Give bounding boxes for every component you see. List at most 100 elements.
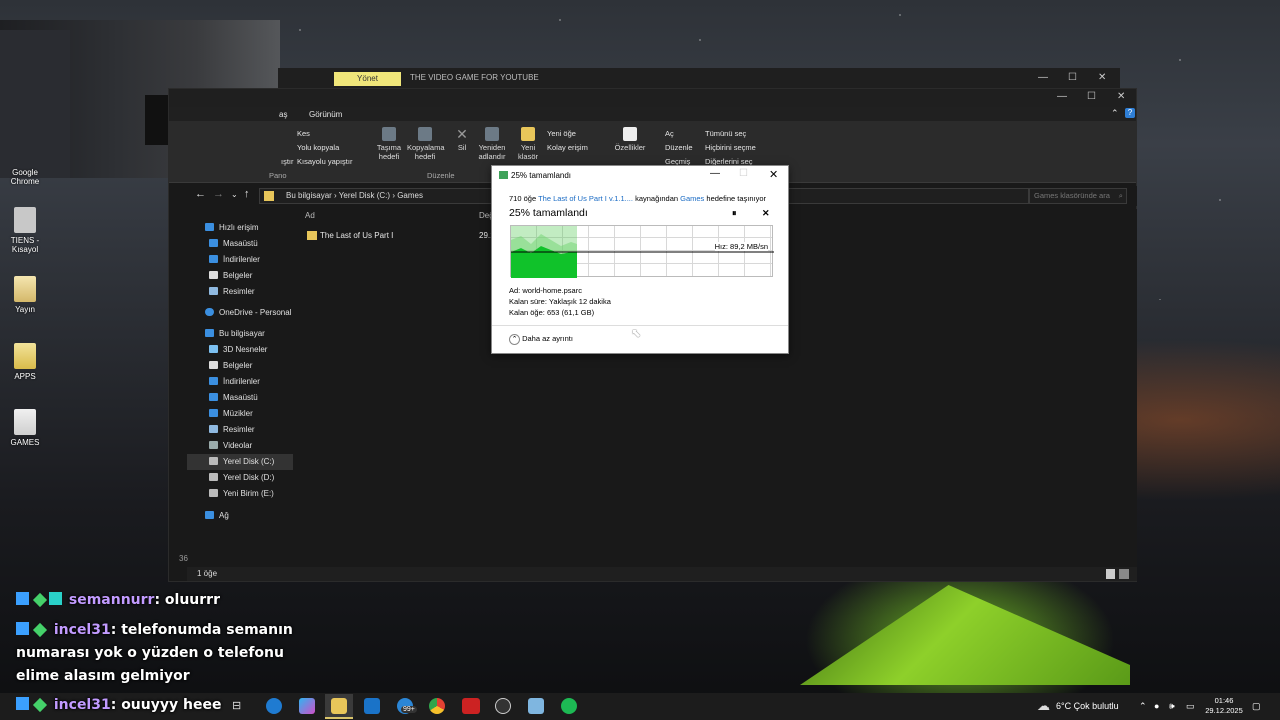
copy-icon xyxy=(499,171,508,179)
chevron-up-icon[interactable]: ⌃ xyxy=(1111,108,1119,119)
breadcrumb-this-pc[interactable]: Bu bilgisayar xyxy=(286,191,332,200)
video-editor-icon[interactable] xyxy=(462,698,480,714)
chevron-up-icon[interactable]: ⌃ xyxy=(1139,693,1147,720)
properties-button[interactable]: Özellikler xyxy=(613,127,647,165)
nav-3d-objects[interactable]: 3D Nesneler xyxy=(209,345,267,354)
outlook-icon[interactable] xyxy=(364,698,380,714)
minimize-icon[interactable]: — xyxy=(710,168,720,179)
tab-share[interactable]: aş xyxy=(279,110,287,119)
nav-label: Yeni Birim (E:) xyxy=(223,489,274,498)
cancel-button[interactable]: ✕ xyxy=(762,208,770,219)
new-item-button[interactable]: Yeni öğe xyxy=(547,127,588,141)
column-header-name[interactable]: Ad xyxy=(305,211,315,220)
nav-disk-e[interactable]: Yeni Birim (E:) xyxy=(209,489,274,498)
volume-icon[interactable]: 🕪 xyxy=(1169,693,1175,720)
copy-path-button[interactable]: Yolu kopyala xyxy=(297,141,352,155)
nav-videos[interactable]: Videolar xyxy=(209,441,252,450)
open-button[interactable]: Aç xyxy=(665,127,693,141)
breadcrumb-games[interactable]: Games xyxy=(397,191,423,200)
rename-button[interactable]: Yeniden adlandır xyxy=(476,127,508,165)
maximize-icon[interactable]: ☐ xyxy=(1087,91,1096,102)
network-icon[interactable]: ▭ xyxy=(1186,693,1195,720)
close-icon[interactable]: ✕ xyxy=(1117,91,1125,102)
explorer-titlebar[interactable]: — ☐ ✕ xyxy=(169,89,1136,107)
window-title: THE VIDEO GAME FOR YOUTUBE xyxy=(410,73,539,82)
select-none-button[interactable]: Hiçbirini seçme xyxy=(705,141,756,155)
nav-label: 3D Nesneler xyxy=(223,345,268,354)
desktop-icon-games[interactable]: GAMES xyxy=(0,409,50,447)
minimize-icon[interactable]: — xyxy=(1038,72,1048,83)
copy-to-button[interactable]: Kopyalama hedefi xyxy=(407,127,445,161)
app-tray-icon[interactable]: ● xyxy=(1154,693,1159,720)
desktop-icon-tiens[interactable]: TIENS - Kısayol xyxy=(0,207,50,254)
minimize-icon[interactable]: — xyxy=(1057,91,1067,102)
less-details-button[interactable]: ⌃ Daha az ayrıntı xyxy=(509,334,573,345)
app-icon[interactable] xyxy=(528,698,544,714)
background-window-titlebar[interactable]: Yönet THE VIDEO GAME FOR YOUTUBE — ☐ ✕ xyxy=(278,68,1120,88)
nav-label: Müzikler xyxy=(223,409,253,418)
spotify-icon[interactable] xyxy=(561,698,577,714)
move-to-button[interactable]: Taşıma hedefi xyxy=(374,127,404,161)
dialog-titlebar[interactable]: 25% tamamlandı — ☐ ✕ xyxy=(492,166,788,185)
tab-manage[interactable]: Yönet xyxy=(334,72,401,86)
paste-button-label[interactable]: ıştır xyxy=(281,157,294,166)
edit-button[interactable]: Düzenle xyxy=(665,141,693,155)
close-icon[interactable]: ✕ xyxy=(1098,72,1106,83)
move-to-icon xyxy=(382,127,396,141)
weather-text[interactable]: 6°C Çok bulutlu xyxy=(1056,693,1119,720)
nav-disk-d[interactable]: Yerel Disk (D:) xyxy=(209,473,274,482)
nav-quick-access[interactable]: Hızlı erişim xyxy=(205,223,259,232)
taskbar-explorer-active[interactable] xyxy=(325,694,353,719)
back-icon[interactable]: ← xyxy=(195,188,206,200)
desktop-icon-label: APPS xyxy=(14,372,36,381)
forward-icon[interactable]: → xyxy=(213,188,224,200)
cut-button[interactable]: Kes xyxy=(297,127,352,141)
nav-music[interactable]: Müzikler xyxy=(209,409,253,418)
nav-pc-downloads[interactable]: İndirilenler xyxy=(209,377,260,386)
items-value: 653 (61,1 GB) xyxy=(546,308,595,317)
nav-pc-documents[interactable]: Belgeler xyxy=(209,361,252,370)
nav-documents[interactable]: Belgeler xyxy=(209,271,252,280)
chevron-down-icon[interactable]: ⌄ xyxy=(231,190,238,199)
nav-downloads[interactable]: İndirilenler xyxy=(209,255,260,264)
download-icon xyxy=(209,377,218,385)
source-link[interactable]: The Last of Us Part I v.1.1.... xyxy=(538,194,633,203)
pause-button[interactable]: ⏸ xyxy=(732,208,737,219)
tiles-view-icon[interactable] xyxy=(1119,569,1129,579)
nav-pictures[interactable]: Resimler xyxy=(209,287,255,296)
nav-pc-pictures[interactable]: Resimler xyxy=(209,425,255,434)
notifications-icon[interactable]: ▢ xyxy=(1252,693,1261,720)
nav-onedrive[interactable]: OneDrive - Personal xyxy=(205,308,291,317)
folder-icon xyxy=(307,231,317,240)
desktop-icon-yayin[interactable]: Yayın xyxy=(0,276,50,314)
nav-this-pc[interactable]: Bu bilgisayar xyxy=(205,329,265,338)
name-label: Ad: xyxy=(509,286,521,295)
new-folder-button[interactable]: Yeni klasör xyxy=(516,127,540,165)
delete-button[interactable]: ✕ Sil xyxy=(453,127,471,152)
breadcrumb-disk-c[interactable]: Yerel Disk (C:) xyxy=(339,191,390,200)
select-all-button[interactable]: Tümünü seç xyxy=(705,127,756,141)
nav-desktop[interactable]: Masaüstü xyxy=(209,239,258,248)
help-icon[interactable]: ? xyxy=(1125,108,1135,118)
desktop-icon-apps[interactable]: APPS xyxy=(0,343,50,381)
nav-pc-desktop[interactable]: Masaüstü xyxy=(209,393,258,402)
desktop-icon-chrome[interactable]: Google Chrome xyxy=(0,168,50,186)
tab-view[interactable]: Görünüm xyxy=(309,110,342,119)
destination-link[interactable]: Games xyxy=(680,194,704,203)
time: 01:46 xyxy=(1214,696,1234,705)
chrome-icon[interactable] xyxy=(429,698,445,714)
close-icon[interactable]: ✕ xyxy=(769,168,778,181)
nav-network[interactable]: Ağ xyxy=(205,511,229,520)
details-view-icon[interactable] xyxy=(1106,569,1115,579)
obs-icon[interactable] xyxy=(495,698,511,714)
nav-label: Resimler xyxy=(223,287,255,296)
nav-disk-c[interactable]: Yerel Disk (C:) xyxy=(187,454,293,470)
up-icon[interactable]: ↑ xyxy=(244,188,250,200)
easy-access-button[interactable]: Kolay erişim xyxy=(547,141,588,155)
maximize-icon[interactable]: ☐ xyxy=(1068,72,1077,83)
clock[interactable]: 01:46 29.12.2025 xyxy=(1202,696,1246,716)
search-input[interactable]: Games klasöründe ara ⌕ xyxy=(1029,188,1127,204)
paste-shortcut-button[interactable]: Kısayolu yapıştır xyxy=(297,155,352,169)
weather-icon[interactable]: ☁ xyxy=(1037,698,1050,714)
drive-icon xyxy=(209,473,218,481)
